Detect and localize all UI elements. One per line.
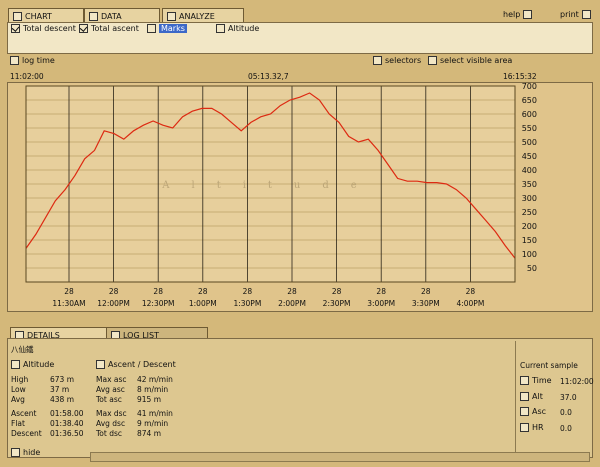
stat-label: High <box>11 375 29 384</box>
route-name: 八仙鐵 <box>11 345 34 354</box>
sample-hr-value: 0.0 <box>560 424 572 433</box>
heart-rate-icon <box>520 423 529 432</box>
y-tick-label: 500 <box>522 138 537 147</box>
altitude-section-title: Altitude <box>11 360 54 369</box>
x-tick-day: 28 <box>376 287 386 296</box>
stat-value: 42 m/min <box>137 375 173 384</box>
hide-button[interactable]: hide <box>11 448 40 457</box>
stat-label: Tot asc <box>96 395 122 404</box>
y-tick-label: 50 <box>527 264 537 273</box>
ascent-descent-icon <box>96 360 105 369</box>
stat-label: Low <box>11 385 26 394</box>
sample-asc-value: 0.0 <box>560 408 572 417</box>
stat-label: Descent <box>11 429 42 438</box>
stat-value: 01:36.50 <box>50 429 84 438</box>
sample-row-hr: HR <box>520 423 544 432</box>
x-tick-day: 28 <box>153 287 163 296</box>
stat-value: 874 m <box>137 429 162 438</box>
x-tick-time: 1:00PM <box>189 299 217 308</box>
stat-label: Avg dsc <box>96 419 126 428</box>
x-tick-day: 28 <box>243 287 253 296</box>
hide-icon <box>11 448 20 457</box>
stat-value: 01:38.40 <box>50 419 84 428</box>
x-tick-day: 28 <box>109 287 119 296</box>
x-tick-time: 1:30PM <box>233 299 261 308</box>
x-tick-day: 28 <box>466 287 476 296</box>
sample-row-time: Time <box>520 376 552 385</box>
y-tick-label: 400 <box>522 166 537 175</box>
y-tick-label: 600 <box>522 110 537 119</box>
stat-label: Max asc <box>96 375 127 384</box>
y-tick-label: 300 <box>522 194 537 203</box>
current-sample-title: Current sample <box>520 361 578 370</box>
y-tick-label: 450 <box>522 152 537 161</box>
stat-label: Tot dsc <box>96 429 123 438</box>
stat-value: 438 m <box>50 395 75 404</box>
altitude-chart[interactable]: 700 650 600 550 500 450 400 350 300 250 200 150 100 5… <box>0 0 600 330</box>
y-tick-label: 350 <box>522 180 537 189</box>
x-tick-day: 28 <box>287 287 297 296</box>
ascent-icon <box>520 407 529 416</box>
y-tick-label: 550 <box>522 124 537 133</box>
horizontal-scrollbar[interactable] <box>90 452 590 462</box>
x-tick-time: 2:00PM <box>278 299 306 308</box>
stat-label: Avg <box>11 395 25 404</box>
x-tick-time: 3:00PM <box>367 299 395 308</box>
altitude-icon <box>11 360 20 369</box>
x-tick-time: 2:30PM <box>323 299 351 308</box>
stat-label: Flat <box>11 419 25 428</box>
stat-value: 01:58.00 <box>50 409 84 418</box>
x-tick-day: 28 <box>332 287 342 296</box>
y-tick-label: 200 <box>522 222 537 231</box>
divider <box>515 341 516 454</box>
altitude-icon <box>520 392 529 401</box>
stat-label: Ascent <box>11 409 37 418</box>
y-tick-label: 150 <box>522 236 537 245</box>
y-tick-label: 250 <box>522 208 537 217</box>
y-tick-label: 100 <box>522 250 537 259</box>
stat-value: 915 m <box>137 395 162 404</box>
details-panel <box>7 338 593 458</box>
x-tick-day: 28 <box>198 287 208 296</box>
x-tick-time: 4:00PM <box>456 299 484 308</box>
stat-value: 8 m/min <box>137 385 169 394</box>
sample-time-value: 11:02:00 <box>560 377 594 386</box>
sample-row-asc: Asc <box>520 407 546 416</box>
ascdesc-section-title: Ascent / Descent <box>96 360 176 369</box>
sample-alt-value: 37.0 <box>560 393 577 402</box>
time-icon <box>520 376 529 385</box>
stat-value: 9 m/min <box>137 419 169 428</box>
stat-label: Max dsc <box>96 409 127 418</box>
y-tick-label: 700 <box>522 82 537 91</box>
x-tick-time: 11:30AM <box>52 299 85 308</box>
sample-row-alt: Alt <box>520 392 543 401</box>
y-tick-label: 650 <box>522 96 537 105</box>
x-tick-time: 12:00PM <box>97 299 130 308</box>
stat-value: 41 m/min <box>137 409 173 418</box>
x-tick-day: 28 <box>64 287 74 296</box>
stat-value: 37 m <box>50 385 70 394</box>
chart-watermark: Altitude <box>161 180 378 191</box>
stat-value: 673 m <box>50 375 75 384</box>
x-tick-day: 28 <box>421 287 431 296</box>
x-tick-time: 12:30PM <box>142 299 175 308</box>
x-tick-time: 3:30PM <box>412 299 440 308</box>
stat-label: Avg asc <box>96 385 125 394</box>
